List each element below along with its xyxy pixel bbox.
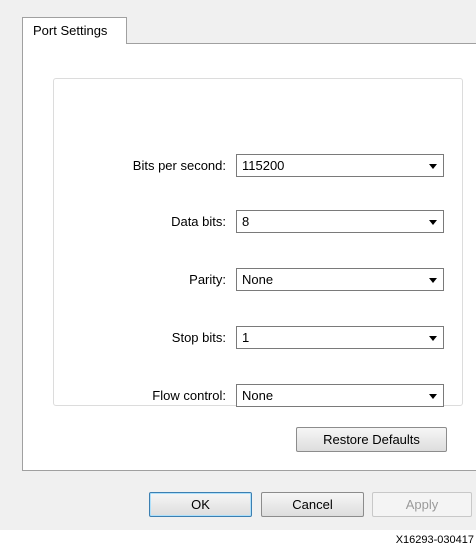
settings-group: Bits per second: 115200 Data bits: 8 Par… [53,78,463,407]
cancel-button[interactable]: Cancel [261,492,364,517]
chevron-down-icon[interactable] [429,336,437,341]
figure-id: X16293-030417 [395,534,474,546]
ok-button[interactable]: OK [149,492,252,517]
apply-button[interactable]: Apply [372,492,472,517]
restore-defaults-button[interactable]: Restore Defaults [296,427,447,452]
tab-panel: Bits per second: 115200 Data bits: 8 Par… [22,43,476,471]
data-bits-label: Data bits: [171,214,226,229]
stop-bits-select[interactable]: 1 [236,326,444,349]
tab-port-settings[interactable]: Port Settings [22,17,127,44]
parity-select[interactable]: None [236,268,444,291]
data-bits-value: 8 [242,214,250,229]
bits-per-second-value: 115200 [242,158,285,173]
data-bits-select[interactable]: 8 [236,210,444,233]
chevron-down-icon[interactable] [429,278,437,283]
flow-control-label: Flow control: [152,388,226,403]
stop-bits-value: 1 [242,330,250,345]
parity-label: Parity: [189,272,226,287]
chevron-down-icon[interactable] [429,394,437,399]
chevron-down-icon[interactable] [429,164,437,169]
tab-label: Port Settings [33,23,108,38]
flow-control-value: None [242,388,274,403]
bits-per-second-select[interactable]: 115200 [236,154,444,177]
parity-value: None [242,272,274,287]
bits-per-second-label: Bits per second: [132,158,226,173]
port-settings-dialog: Port Settings Bits per second: 115200 Da… [0,0,476,530]
flow-control-select[interactable]: None [236,384,444,407]
chevron-down-icon[interactable] [429,220,437,225]
stop-bits-label: Stop bits: [171,330,226,345]
